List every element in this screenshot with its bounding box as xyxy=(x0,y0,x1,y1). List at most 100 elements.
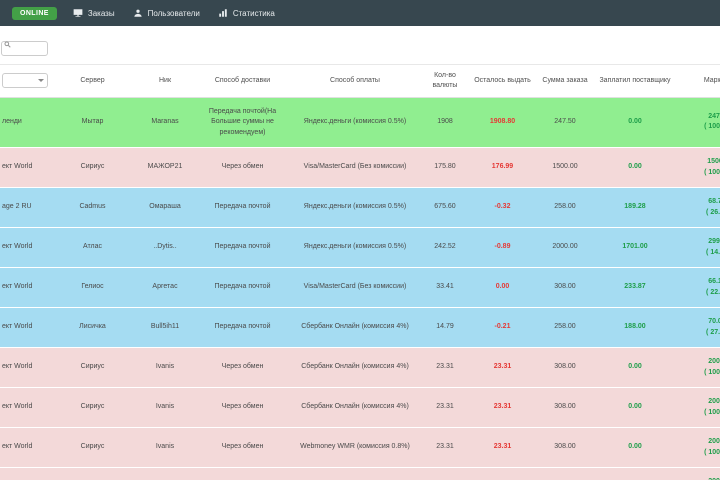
table-row[interactable]: ект World Сириус Ivanis Через обмен Сбербанк… xyxy=(0,347,720,389)
cell-delivery: Через обмен xyxy=(195,147,290,189)
table-row[interactable]: ект World Лисичка Bull5ih11 Передача почтой… xyxy=(0,307,720,349)
cell-quantity: 23.31 xyxy=(420,427,470,469)
cell-nick: Омараша xyxy=(135,187,195,229)
orders-page: ONLINE Заказы Пользователи Статистика Се… xyxy=(0,0,720,480)
cell-paid: 0.00 xyxy=(595,467,675,480)
main-menu: Заказы Пользователи Статистика xyxy=(73,8,293,18)
cell-order_sum: 308.00 xyxy=(535,427,595,469)
cell-server: Сириус xyxy=(50,427,135,469)
cell-paid: 0.00 xyxy=(595,147,675,189)
cell-remaining: 23.31 xyxy=(470,467,535,480)
cell-game: ект World xyxy=(0,427,50,469)
cell-remaining: -0.32 xyxy=(470,187,535,229)
cell-quantity: 33.41 xyxy=(420,267,470,309)
stats-icon xyxy=(219,9,227,17)
cell-server: Альтаир xyxy=(50,467,135,480)
cell-margin: 66.1( 22.0 xyxy=(675,267,720,309)
cell-payment: Visa/MasterCard (Без комиссии) xyxy=(290,147,420,189)
monitor-icon xyxy=(73,9,83,17)
orders-tbody: ленди Мытар Maranas Передача почтой(На Боль… xyxy=(0,97,720,480)
cell-game: ленди xyxy=(0,97,50,149)
game-filter xyxy=(2,73,48,89)
cell-remaining: 23.31 xyxy=(470,387,535,429)
cell-margin: 200.( 100.0 xyxy=(675,347,720,389)
table-header-row: Сервер Ник Способ доставки Способ оплаты Кол… xyxy=(0,64,720,98)
cell-margin: 1500( 100.0 xyxy=(675,147,720,189)
cell-delivery: Передача почтой xyxy=(195,267,290,309)
column-header: Сервер xyxy=(50,64,135,98)
table-row[interactable]: ект World Сириус МАЖОР21 Через обмен Visa/Ma… xyxy=(0,147,720,189)
cell-payment: Яндекс.деньги (комиссия 0.5%) xyxy=(290,227,420,269)
cell-server: Гелиос xyxy=(50,267,135,309)
cell-margin: 200.( 100.0 xyxy=(675,467,720,480)
cell-delivery: Через обмен xyxy=(195,347,290,389)
cell-nick: Ivanis xyxy=(135,347,195,389)
cell-game: ект World xyxy=(0,227,50,269)
column-header: Способ оплаты xyxy=(290,64,420,98)
column-header: Заплатил поставщику xyxy=(595,64,675,98)
cell-server: Атлас xyxy=(50,227,135,269)
cell-quantity: 675.60 xyxy=(420,187,470,229)
cell-game: ект World xyxy=(0,147,50,189)
cell-paid: 0.00 xyxy=(595,347,675,389)
status-badge: ONLINE xyxy=(12,6,57,20)
menu-item-label: Статистика xyxy=(232,8,275,18)
cell-delivery: Через обмен xyxy=(195,387,290,429)
cell-payment: Webmoney WMR (комиссия 0.8%) xyxy=(290,427,420,469)
cell-quantity: 1908 xyxy=(420,97,470,149)
cell-server: Лисичка xyxy=(50,307,135,349)
cell-nick: МАЖОР21 xyxy=(135,147,195,189)
table-row[interactable]: ект WorldАльтаирIvanisЧерез обменWebmone… xyxy=(0,467,720,480)
cell-delivery: Передача почтой(На Большие суммы не реко… xyxy=(195,97,290,149)
cell-game: ект World xyxy=(0,267,50,309)
column-header: Ник xyxy=(135,64,195,98)
cell-margin: 200.( 100.0 xyxy=(675,427,720,469)
cell-remaining: 23.31 xyxy=(470,347,535,389)
table-row[interactable]: ект World Сириус Ivanis Через обмен Сбербанк… xyxy=(0,387,720,429)
menu-item-label: Пользователи xyxy=(147,8,200,18)
cell-paid: 0.00 xyxy=(595,387,675,429)
cell-quantity: 242.52 xyxy=(420,227,470,269)
menu-item-заказы[interactable]: Заказы xyxy=(73,8,115,18)
cell-delivery: Через обмен xyxy=(195,467,290,480)
cell-remaining: 176.99 xyxy=(470,147,535,189)
orders-table: Сервер Ник Способ доставки Способ оплаты Кол… xyxy=(0,64,720,480)
cell-payment: Webmoney WMR (комиссия 0.8%) xyxy=(290,467,420,480)
cell-margin: 200.( 100.0 xyxy=(675,387,720,429)
cell-server: Cadmus xyxy=(50,187,135,229)
column-header: Способ доставки xyxy=(195,64,290,98)
cell-payment: Яндекс.деньги (комиссия 0.5%) xyxy=(290,97,420,149)
column-header: Маржа xyxy=(675,64,720,98)
cell-quantity: 23.31 xyxy=(420,347,470,389)
table-row[interactable]: ект World Атлас ..Dytis.. Передача почтой Ян… xyxy=(0,227,720,269)
cell-nick: Аргетас xyxy=(135,267,195,309)
cell-margin: 70.0( 27.1 xyxy=(675,307,720,349)
cell-quantity: 23.31 xyxy=(420,467,470,480)
cell-game: ект World xyxy=(0,467,50,480)
column-header: Кол-во валюты xyxy=(420,64,470,98)
menu-item-статистика[interactable]: Статистика xyxy=(218,8,275,18)
menu-item-пользователи[interactable]: Пользователи xyxy=(133,8,200,18)
cell-order_sum: 308.00 xyxy=(535,267,595,309)
cell-paid: 233.87 xyxy=(595,267,675,309)
cell-order_sum: 308.00 xyxy=(535,467,595,480)
cell-remaining: 23.31 xyxy=(470,427,535,469)
cell-nick: Ivanis xyxy=(135,427,195,469)
cell-remaining: 0.00 xyxy=(470,267,535,309)
table-row[interactable]: ект World Сириус Ivanis Через обмен Webmoney… xyxy=(0,427,720,469)
cell-order_sum: 1500.00 xyxy=(535,147,595,189)
table-row[interactable]: ленди Мытар Maranas Передача почтой(На Боль… xyxy=(0,97,720,149)
cell-game: ект World xyxy=(0,387,50,429)
cell-remaining: -0.89 xyxy=(470,227,535,269)
column-header: Сумма заказа xyxy=(535,64,595,98)
game-filter-select[interactable] xyxy=(2,73,48,89)
cell-payment: Сбербанк Онлайн (комиссия 4%) xyxy=(290,347,420,389)
cell-payment: Сбербанк Онлайн (комиссия 4%) xyxy=(290,387,420,429)
cell-payment: Visa/MasterCard (Без комиссии) xyxy=(290,267,420,309)
table-row[interactable]: ект World Гелиос Аргетас Передача почтой Vis… xyxy=(0,267,720,309)
cell-delivery: Передача почтой xyxy=(195,227,290,269)
cell-order_sum: 247.50 xyxy=(535,97,595,149)
table-row[interactable]: age 2 RU Cadmus Омараша Передача почтой Янде… xyxy=(0,187,720,229)
cell-payment: Яндекс.деньги (комиссия 0.5%) xyxy=(290,187,420,229)
cell-server: Мытар xyxy=(50,97,135,149)
